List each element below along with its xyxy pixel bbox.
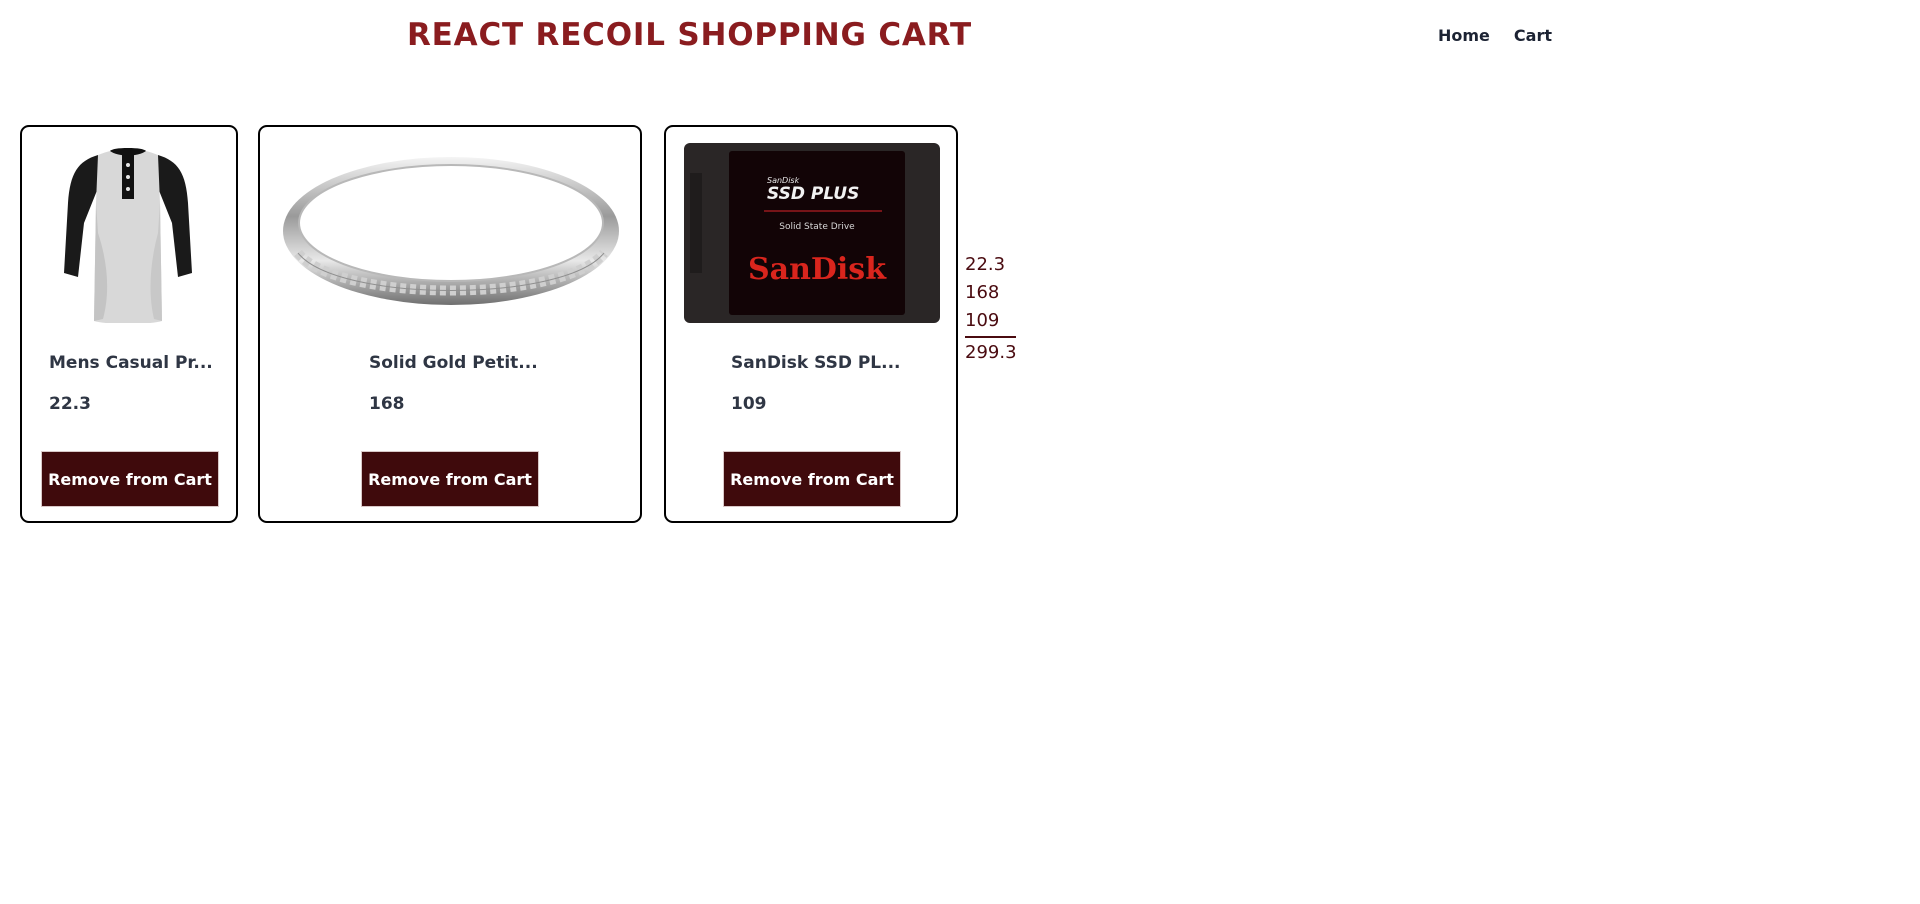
sandisk-ssd-image: SanDisk SSD PLUS Solid State Drive SanDi… — [684, 143, 940, 323]
product-price: 109 — [731, 394, 767, 414]
ssd-label-product: SSD PLUS — [767, 184, 859, 204]
ssd-label-subtitle: Solid State Drive — [779, 222, 855, 232]
main-nav: Home Cart — [1438, 26, 1552, 45]
product-name: Mens Casual Pr... — [49, 353, 213, 373]
silver-ring-image — [278, 143, 624, 323]
summary-price-line: 168 — [965, 282, 1000, 303]
sandisk-logo: SanDisk — [748, 252, 887, 287]
app-title: REACT RECOIL SHOPPING CART — [407, 17, 972, 53]
summary-divider — [965, 336, 1016, 338]
product-name: SanDisk SSD PL... — [731, 353, 901, 373]
summary-price-line: 22.3 — [965, 254, 1006, 275]
product-name: Solid Gold Petit... — [369, 353, 538, 373]
summary-price-line: 109 — [965, 310, 1000, 331]
cart-totals: 22.3 168 109 299.3 — [965, 251, 1017, 367]
nav-cart-link[interactable]: Cart — [1514, 26, 1552, 45]
product-card: SanDisk SSD PLUS Solid State Drive SanDi… — [664, 125, 958, 523]
remove-from-cart-button[interactable]: Remove from Cart — [41, 451, 219, 507]
product-card: Solid Gold Petit... 168 Remove from Cart — [258, 125, 642, 523]
nav-home-link[interactable]: Home — [1438, 26, 1490, 45]
product-price: 22.3 — [49, 394, 91, 414]
henley-shirt-image — [58, 143, 198, 324]
product-card: Mens Casual Pr... 22.3 Remove from Cart — [20, 125, 238, 523]
header: REACT RECOIL SHOPPING CART Home Cart — [0, 0, 1920, 76]
remove-from-cart-button[interactable]: Remove from Cart — [723, 451, 901, 507]
cart-total: 299.3 — [965, 342, 1017, 363]
remove-from-cart-button[interactable]: Remove from Cart — [361, 451, 539, 507]
product-price: 168 — [369, 394, 405, 414]
